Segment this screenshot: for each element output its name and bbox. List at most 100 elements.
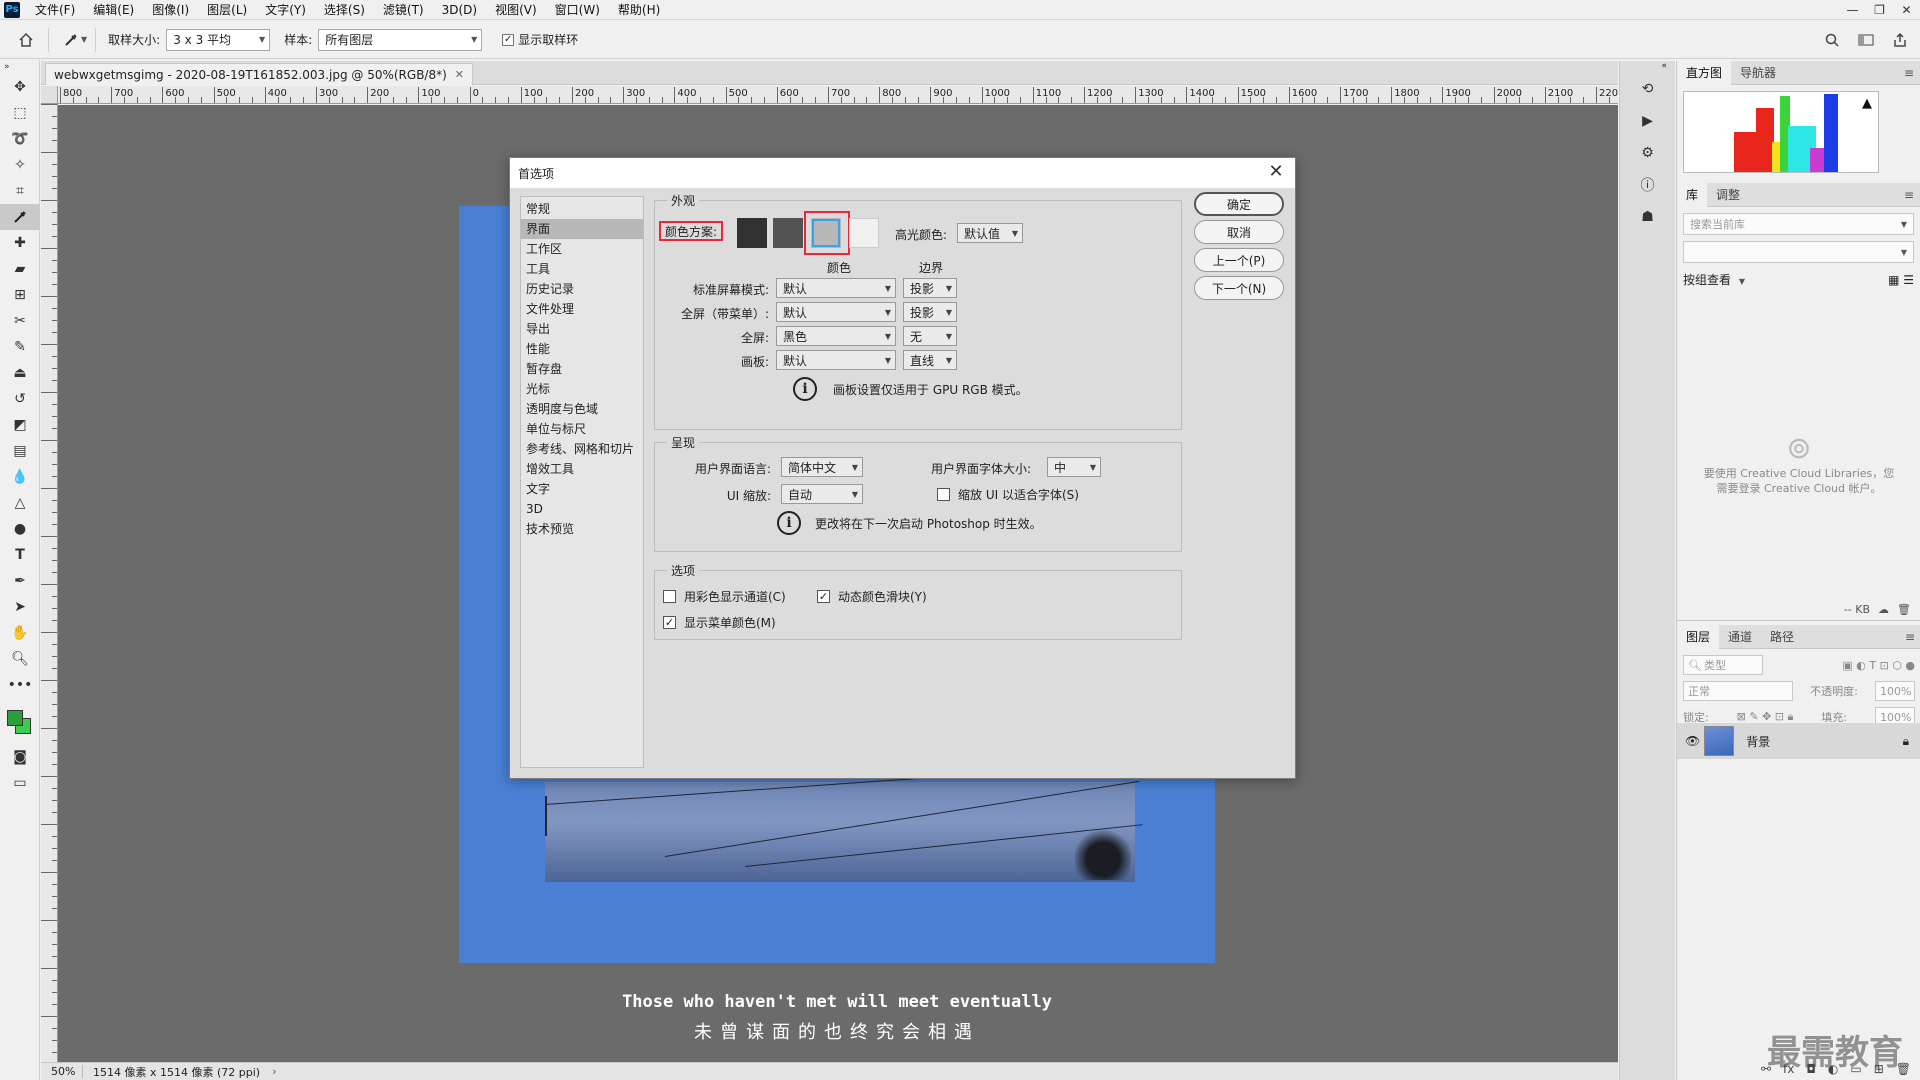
color-scheme-light-swatch[interactable] <box>849 218 879 248</box>
sharpen-tool-icon[interactable]: △ <box>0 490 40 516</box>
blur-tool-icon[interactable]: 💧 <box>0 464 40 490</box>
sample-select[interactable]: 所有图层 ▼ <box>318 28 483 51</box>
ui-scale-select[interactable]: 自动 ▼ <box>781 484 863 504</box>
show-sampling-ring-checkbox[interactable]: ✓ <box>502 33 515 46</box>
visibility-eye-icon[interactable]: 👁︎ <box>1685 734 1700 748</box>
tab-layers[interactable]: 图层 <box>1677 624 1720 649</box>
collapse-arrows-icon[interactable]: » <box>0 60 40 74</box>
fullscreen-menu-border-select[interactable]: 投影 ▼ <box>903 302 957 322</box>
horizontal-ruler[interactable]: 800 700 600 500 400 300 200 100 0 100 200 300 400 500… <box>58 86 1618 104</box>
workspace-icon[interactable] <box>1852 26 1880 54</box>
zoom-tool-icon[interactable]: 🔍︎ <box>0 646 40 672</box>
history-brush-tool-icon[interactable]: ↺ <box>0 386 40 412</box>
ui-language-select[interactable]: 简体中文 ▼ <box>781 457 863 477</box>
menu-layer[interactable]: 图层(L) <box>198 0 256 20</box>
sample-size-select[interactable]: 3 x 3 平均 ▼ <box>166 28 271 51</box>
fullscreen-menu-color-select[interactable]: 默认 ▼ <box>776 302 896 322</box>
restore-button[interactable]: ❐ <box>1866 0 1893 20</box>
crop-tool-icon[interactable]: ⌗ <box>0 178 40 204</box>
previous-button[interactable]: 上一个(P) <box>1194 248 1284 272</box>
character-panel-icon[interactable]: ☗ <box>1633 203 1663 231</box>
eyedropper-tool-icon[interactable] <box>0 204 40 230</box>
document-tab[interactable]: webwxgetmsgimg - 2020-08-19T161852.003.j… <box>45 63 474 85</box>
tab-histogram[interactable]: 直方图 <box>1677 60 1732 85</box>
color-scheme-dark-swatch[interactable] <box>773 218 803 248</box>
tab-navigator[interactable]: 导航器 <box>1731 61 1785 85</box>
path-selection-tool-icon[interactable]: ➤ <box>0 594 40 620</box>
nav-item[interactable]: 文件处理 <box>521 299 643 319</box>
menu-type[interactable]: 文字(Y) <box>256 0 315 20</box>
color-scheme-darkest-swatch[interactable] <box>737 218 767 248</box>
tab-adjustments[interactable]: 调整 <box>1707 183 1749 207</box>
history-panel-icon[interactable]: ⟲ <box>1633 75 1663 103</box>
menu-filter[interactable]: 滤镜(T) <box>374 0 433 20</box>
properties-panel-icon[interactable]: ⚙ <box>1633 139 1663 167</box>
dynamic-sliders-checkbox[interactable]: ✓ 动态颜色滑块(Y) <box>817 588 927 605</box>
move-tool-icon[interactable]: ✥ <box>0 74 40 100</box>
cancel-button[interactable]: 取消 <box>1194 220 1284 244</box>
artboard-color-select[interactable]: 默认 ▼ <box>776 350 896 370</box>
hand-tool-icon[interactable]: ✋ <box>0 620 40 646</box>
brush-tool-icon[interactable]: ✎ <box>0 334 40 360</box>
library-search-field[interactable]: 搜索当前库 ▼ <box>1683 213 1914 235</box>
marquee-tool-icon[interactable]: ⬚ <box>0 100 40 126</box>
layer-filter-icons[interactable]: ▣ ◐ T ⊡ ⬡ ● <box>1842 659 1915 672</box>
scissors-tool-icon[interactable]: ✂ <box>0 308 40 334</box>
tab-libraries[interactable]: 库 <box>1677 182 1708 207</box>
menu-file[interactable]: 文件(F) <box>26 0 84 20</box>
nav-item[interactable]: 暂存盘 <box>521 359 643 379</box>
cloud-sync-icon[interactable]: ☁ <box>1878 603 1889 616</box>
quick-mask-icon[interactable]: ◙ <box>0 744 40 770</box>
nav-item[interactable]: 单位与标尺 <box>521 419 643 439</box>
highlight-color-select[interactable]: 默认值 ▼ <box>957 223 1023 243</box>
checkbox-box[interactable] <box>663 590 676 603</box>
ui-font-size-select[interactable]: 中 ▼ <box>1047 457 1101 477</box>
checkbox-box-checked[interactable]: ✓ <box>817 590 830 603</box>
lock-icons[interactable]: ⊠ ✎ ✥ ⊡ 🔒︎ <box>1737 710 1794 724</box>
tab-channels[interactable]: 通道 <box>1719 625 1761 649</box>
eraser-tool-icon[interactable]: ◩ <box>0 412 40 438</box>
menu-image[interactable]: 图像(I) <box>143 0 198 20</box>
menu-3d[interactable]: 3D(D) <box>433 0 486 20</box>
tab-paths[interactable]: 路径 <box>1761 625 1803 649</box>
home-icon[interactable] <box>12 26 40 54</box>
magic-wand-tool-icon[interactable]: ✧ <box>0 152 40 178</box>
menu-help[interactable]: 帮助(H) <box>609 0 669 20</box>
layer-kind-filter[interactable]: 🔍︎ 类型 <box>1683 655 1763 675</box>
checkbox-box[interactable] <box>937 488 950 501</box>
foreground-color-swatch[interactable] <box>7 710 23 726</box>
close-window-button[interactable]: ✕ <box>1893 0 1920 20</box>
nav-item[interactable]: 参考线、网格和切片 <box>521 439 643 459</box>
menu-window[interactable]: 窗口(W) <box>546 0 609 20</box>
nav-item[interactable]: 导出 <box>521 319 643 339</box>
nav-item[interactable]: 文字 <box>521 479 643 499</box>
document-info[interactable]: 1514 像素 x 1514 像素 (72 ppi) <box>83 1064 260 1080</box>
view-toggle-icons[interactable]: ▦ ☰ <box>1888 273 1914 287</box>
color-channels-checkbox[interactable]: 用彩色显示通道(C) <box>663 588 786 605</box>
blend-mode-select[interactable]: 正常 <box>1683 681 1793 701</box>
healing-brush-tool-icon[interactable]: ✚ <box>0 230 40 256</box>
standard-screen-color-select[interactable]: 默认 ▼ <box>776 278 896 298</box>
layer-lock-icon[interactable]: 🔒︎ <box>1903 734 1909 749</box>
fullscreen-border-select[interactable]: 无 ▼ <box>903 326 957 346</box>
share-icon[interactable] <box>1886 26 1914 54</box>
gradient-tool-icon[interactable]: ▤ <box>0 438 40 464</box>
panel-menu-icon[interactable]: ≡ <box>1904 188 1914 202</box>
trash-icon[interactable]: 🗑︎ <box>1897 603 1911 616</box>
nav-item[interactable]: 性能 <box>521 339 643 359</box>
opacity-field[interactable]: 100% <box>1875 681 1915 701</box>
menu-colors-checkbox[interactable]: ✓ 显示菜单颜色(M) <box>663 614 776 631</box>
view-by-group-select[interactable]: 按组查看 ▼ <box>1683 271 1745 288</box>
more-tools-icon[interactable]: ••• <box>0 672 40 698</box>
layer-row-background[interactable]: 👁︎ 背景 🔒︎ <box>1677 723 1920 759</box>
type-tool-icon[interactable]: T <box>0 542 40 568</box>
menu-edit[interactable]: 编辑(E) <box>84 0 143 20</box>
nav-item[interactable]: 透明度与色域 <box>521 399 643 419</box>
checkbox-box-checked[interactable]: ✓ <box>663 616 676 629</box>
chevron-right-icon[interactable]: › <box>272 1065 276 1078</box>
fullscreen-color-select[interactable]: 黑色 ▼ <box>776 326 896 346</box>
nav-item[interactable]: 历史记录 <box>521 279 643 299</box>
preset-chevron-down-icon[interactable]: ▼ <box>81 35 87 44</box>
vertical-ruler[interactable] <box>41 104 58 1062</box>
nav-item[interactable]: 工具 <box>521 259 643 279</box>
